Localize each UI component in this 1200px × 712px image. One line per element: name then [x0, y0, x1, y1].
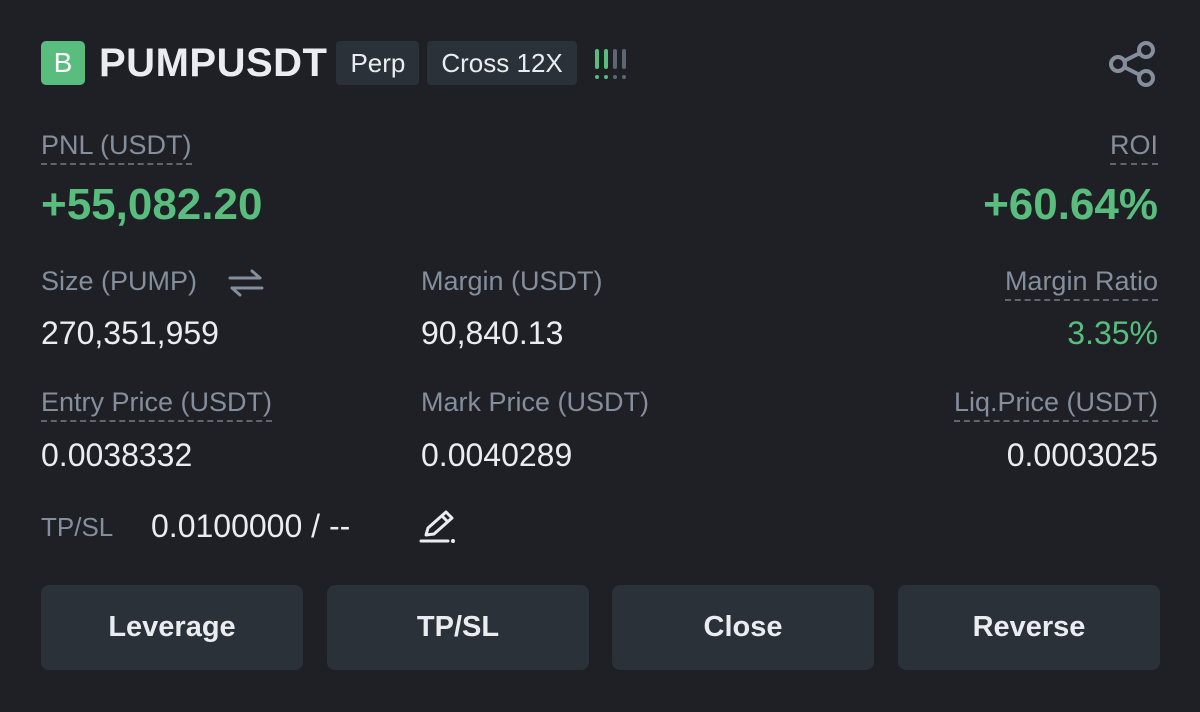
contract-type-tag: Perp [336, 41, 420, 85]
leverage-button[interactable]: Leverage [41, 585, 303, 670]
close-position-button[interactable]: Close [612, 585, 874, 670]
liq-price-value: 0.0003025 [1006, 437, 1158, 473]
edit-icon[interactable] [418, 508, 458, 546]
tpsl-label: TP/SL [41, 512, 114, 542]
tpsl-value: 0.0100000 / -- [151, 508, 351, 544]
margin-value: 90,840.13 [421, 315, 564, 351]
symbol-title[interactable]: PUMPUSDT [99, 41, 327, 86]
size-value: 270,351,959 [41, 315, 219, 351]
margin-ratio-label[interactable]: Margin Ratio [1004, 266, 1158, 301]
share-icon[interactable] [1108, 40, 1158, 88]
pnl-value: +55,082.20 [41, 180, 263, 229]
liq-price-label[interactable]: Liq.Price (USDT) [953, 387, 1158, 422]
mark-price-label: Mark Price (USDT) [421, 387, 649, 417]
mark-price-value: 0.0040289 [421, 437, 573, 473]
margin-label: Margin (USDT) [421, 266, 603, 296]
entry-price-label[interactable]: Entry Price (USDT) [41, 387, 273, 422]
swap-arrows-icon[interactable] [228, 268, 264, 298]
tpsl-button[interactable]: TP/SL [327, 585, 589, 670]
roi-label[interactable]: ROI [1109, 130, 1158, 165]
position-header: B PUMPUSDT Perp Cross 12X [41, 40, 626, 86]
signal-bars-icon[interactable] [594, 47, 626, 79]
roi-value: +60.64% [983, 180, 1158, 229]
pnl-label[interactable]: PNL (USDT) [41, 130, 192, 165]
entry-price-value: 0.0038332 [41, 437, 193, 473]
side-badge: B [41, 41, 85, 85]
size-label: Size (PUMP) [41, 266, 198, 296]
reverse-position-button[interactable]: Reverse [898, 585, 1160, 670]
margin-mode-tag[interactable]: Cross 12X [427, 41, 577, 85]
margin-ratio-value: 3.35% [1067, 315, 1158, 351]
